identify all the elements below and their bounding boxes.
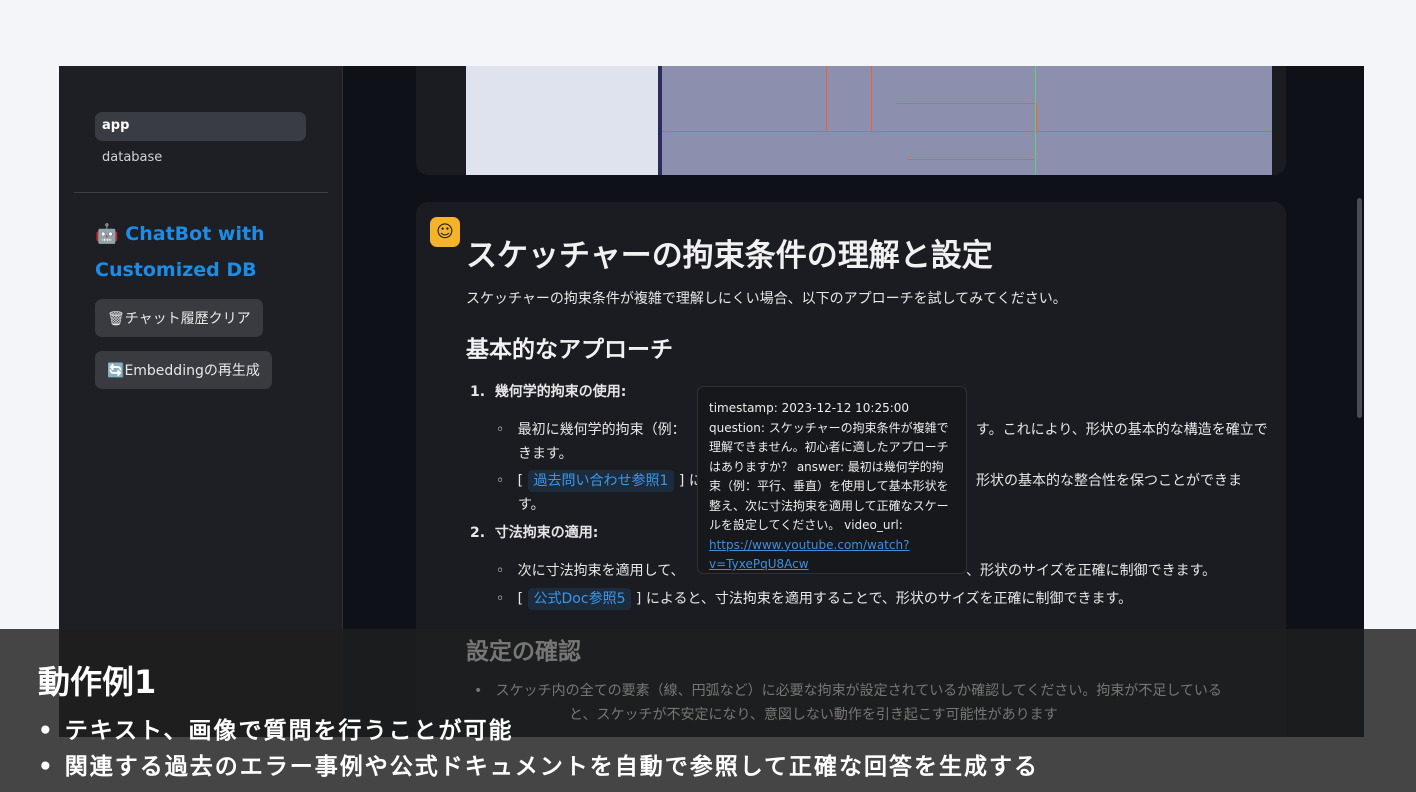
- sub-item: ◦ [ 公式Doc参照5 ] によると、寸法拘束を適用することで、形状のサイズを…: [496, 588, 1133, 610]
- scrollbar[interactable]: [1357, 198, 1362, 418]
- reference-tooltip: timestamp: 2023-12-12 10:25:00 question:…: [697, 386, 967, 574]
- regenerate-label: Embeddingの再生成: [124, 363, 260, 379]
- caption-title: 動作例1: [38, 663, 157, 701]
- regenerate-embedding-button[interactable]: 🔄Embeddingの再生成: [95, 351, 272, 389]
- reference-link-2[interactable]: 公式Doc参照5: [527, 588, 632, 610]
- divider: [74, 192, 328, 193]
- intro-text: スケッチャーの拘束条件が複雑で理解しにくい場合、以下のアプローチを試してみてくだ…: [466, 291, 1067, 307]
- robot-icon: 🤖: [95, 223, 119, 245]
- sub-item-cont: す。: [518, 497, 545, 513]
- video-link[interactable]: https://www.youtube.com/watch?v=TyxePqU8…: [709, 538, 909, 572]
- refresh-icon: 🔄: [107, 363, 125, 379]
- tooltip-text: timestamp: 2023-12-12 10:25:00 question:…: [709, 401, 949, 532]
- uploaded-cad-image: [466, 66, 1272, 175]
- image-message: [416, 66, 1286, 175]
- item2-text: 寸法拘束の適用:: [494, 525, 599, 541]
- sub-item: ◦ 最初に幾何学的拘束（例：: [496, 422, 686, 438]
- sub-item: ◦ [ 過去問い合わせ参照1 ] に: [496, 470, 703, 492]
- sub-item-cont: す。これにより、形状の基本的な構造を確立で: [976, 422, 1268, 438]
- bullet-cont: と、スケッチが不安定になり、意図しない動作を引き起こす可能性があります: [569, 707, 1058, 723]
- sidebar-title-text: ChatBot with Customized DB: [95, 223, 265, 281]
- clear-history-label: チャット履歴クリア: [124, 311, 251, 327]
- trash-icon: 🗑: [107, 311, 125, 327]
- bot-avatar-icon: ☺: [430, 217, 460, 247]
- sub-item-cont: 形状の基本的な整合性を保つことができま: [976, 473, 1242, 489]
- list-item-1: 1. 幾何学的拘束の使用:: [470, 384, 627, 400]
- message-title: スケッチャーの拘束条件の理解と設定: [466, 238, 993, 274]
- list-item-2: 2. 寸法拘束の適用:: [470, 525, 599, 541]
- cad-panel: [466, 66, 662, 175]
- caption-line-2: • 関連する過去のエラー事例や公式ドキュメントを自動で参照して正確な回答を生成す…: [38, 754, 1040, 780]
- nav-database[interactable]: database: [95, 144, 306, 173]
- clear-history-button[interactable]: 🗑チャット履歴クリア: [95, 299, 263, 337]
- sidebar-title: 🤖 ChatBot with Customized DB: [95, 216, 315, 288]
- item1-text: 幾何学的拘束の使用:: [494, 384, 627, 400]
- sub-item-cont: 、形状のサイズを正確に制御できます。: [966, 563, 1217, 579]
- t: 最初に幾何学的拘束（例：: [517, 422, 686, 438]
- t: によると、寸法拘束を適用することで、形状のサイズを正確に制御できます。: [645, 591, 1133, 607]
- section-heading: 基本的なアプローチ: [466, 337, 673, 363]
- t: 次に寸法拘束を適用して、: [517, 563, 685, 579]
- bullet-text: スケッチ内の全ての要素（線、円弧など）に必要な拘束が設定されているか確認してくだ…: [495, 683, 1222, 699]
- bullet: • スケッチ内の全ての要素（線、円弧など）に必要な拘束が設定されているか確認して…: [474, 683, 1222, 699]
- nav-app[interactable]: app: [95, 112, 306, 141]
- sub-item-cont: きます。: [518, 446, 573, 462]
- sub-item: ◦ 次に寸法拘束を適用して、: [496, 563, 685, 579]
- section-heading-2: 設定の確認: [466, 639, 581, 665]
- reference-link-1[interactable]: 過去問い合わせ参照1: [527, 470, 675, 492]
- caption-line-1: • テキスト、画像で質問を行うことが可能: [38, 718, 514, 744]
